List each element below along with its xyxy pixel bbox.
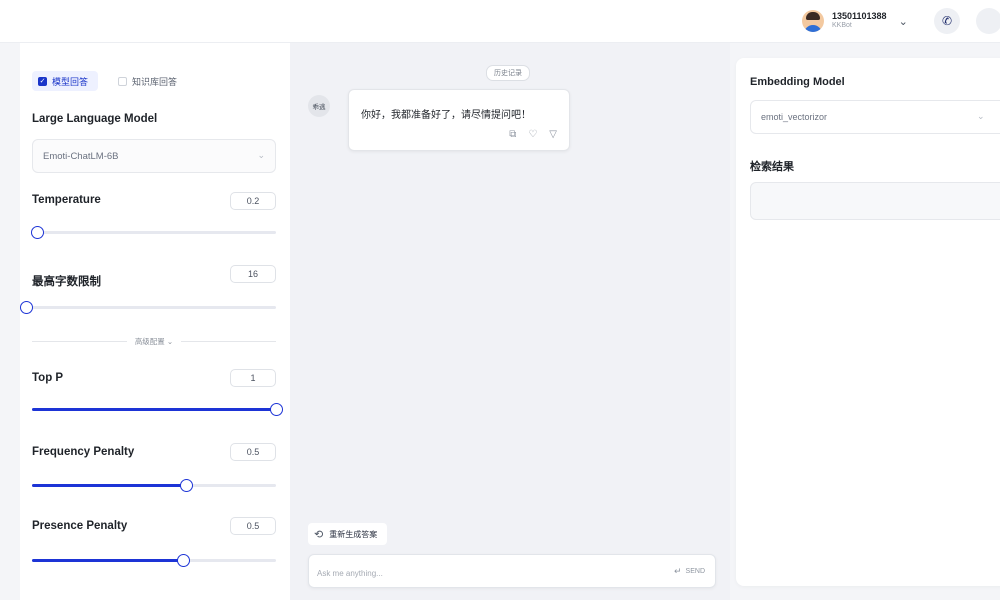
temperature-label: Temperature <box>32 194 101 206</box>
chevron-down-icon: ⌄ <box>257 150 265 160</box>
send-button[interactable]: ↵ SEND <box>674 566 705 577</box>
chevron-down-icon: ⌄ <box>977 111 985 121</box>
slider-thumb[interactable] <box>179 479 193 492</box>
slider-track <box>26 306 276 309</box>
top-p-slider[interactable] <box>32 403 283 417</box>
frequency-penalty-label: Frequency Penalty <box>32 446 135 458</box>
checkbox-unchecked-icon[interactable] <box>118 76 128 86</box>
top-p-value-input[interactable]: 1 <box>230 369 276 387</box>
advanced-config-label: 高级配置 <box>134 336 165 346</box>
bot-message-bubble: 你好，我都准备好了，请尽情提问吧！ ⧉ ♡ ▽ <box>348 89 570 151</box>
copy-icon[interactable]: ⧉ <box>509 129 516 140</box>
bot-avatar: 乖逃 <box>308 95 330 117</box>
frequency-penalty-slider[interactable] <box>32 479 276 493</box>
advanced-config-divider[interactable]: 高级配置 ⌄ <box>32 335 277 347</box>
slider-fill <box>32 559 184 562</box>
chevron-down-icon: ⌄ <box>166 336 174 346</box>
checkbox-checked-icon[interactable]: ✓ <box>38 76 47 86</box>
mode-label: 模型回答 <box>52 76 89 87</box>
search-results-label: 检索结果 <box>750 161 794 173</box>
temperature-slider[interactable] <box>30 226 276 240</box>
mode-model-answer[interactable]: ✓ 模型回答 <box>32 71 99 91</box>
user-info: 13501101388 KKBot <box>832 11 887 31</box>
top-bar: 13501101388 KKBot ⌄ ✆ <box>0 0 1000 43</box>
more-button[interactable] <box>976 8 1000 34</box>
slider-thumb[interactable] <box>30 226 44 239</box>
enter-icon: ↵ <box>674 566 682 576</box>
slider-thumb[interactable] <box>177 554 191 567</box>
llm-label: Large Language Model <box>32 113 158 125</box>
slider-thumb[interactable] <box>270 403 283 416</box>
bot-message-text: 你好，我都准备好了，请尽情提问吧！ <box>361 110 531 121</box>
mode-selector: ✓ 模型回答 知识库回答 <box>32 71 201 91</box>
max-tokens-value-input[interactable]: 16 <box>230 265 276 283</box>
llm-select-value: Emoti-ChatLM-6B <box>43 150 119 162</box>
user-phone: 13501101388 <box>832 11 887 21</box>
retrieval-panel: Embedding Model emoti_vectorizor ⌄ 检索结果 <box>736 58 1000 586</box>
presence-penalty-value-input[interactable]: 0.5 <box>230 517 276 535</box>
history-button[interactable]: 历史记录 <box>486 65 530 81</box>
regenerate-answer-button[interactable]: ⟲ 重新生成答案 <box>308 523 388 545</box>
embedding-model-label: Embedding Model <box>750 76 845 88</box>
divider-line <box>32 340 127 342</box>
chevron-down-icon[interactable]: ⌄ <box>899 15 908 28</box>
phone-icon: ✆ <box>941 14 953 28</box>
user-avatar <box>802 10 824 32</box>
frequency-penalty-value-input[interactable]: 0.5 <box>230 443 276 461</box>
chat-input[interactable] <box>315 563 639 583</box>
message-actions: ⧉ ♡ ▽ <box>509 129 557 140</box>
presence-penalty-label: Presence Penalty <box>32 520 128 532</box>
phone-call-button[interactable]: ✆ <box>934 8 960 34</box>
top-p-label: Top P <box>32 372 64 384</box>
settings-panel: ✓ 模型回答 知识库回答 Large Language Model Emoti-… <box>20 43 290 600</box>
slider-track <box>32 231 276 234</box>
embedding-model-value: emoti_vectorizor <box>761 112 828 122</box>
mode-knowledge-answer[interactable]: 知识库回答 <box>112 71 188 91</box>
search-results-box <box>750 182 1000 220</box>
send-label: SEND <box>685 568 705 575</box>
slider-fill <box>32 408 276 411</box>
thumbs-down-icon[interactable]: ▽ <box>549 129 557 140</box>
advanced-config-toggle[interactable]: 高级配置 ⌄ <box>127 336 181 347</box>
max-tokens-label: 最高字数限制 <box>32 276 101 288</box>
divider-line <box>181 340 277 342</box>
slider-thumb[interactable] <box>20 301 33 314</box>
slider-fill <box>32 484 186 487</box>
presence-penalty-slider[interactable] <box>32 554 276 568</box>
thumbs-up-icon[interactable]: ♡ <box>528 129 537 140</box>
max-tokens-slider[interactable] <box>20 301 276 315</box>
user-subtitle: KKBot <box>832 22 852 29</box>
refresh-icon: ⟲ <box>314 528 324 541</box>
temperature-value-input[interactable]: 0.2 <box>230 192 276 210</box>
chat-area: 历史记录 乖逃 你好，我都准备好了，请尽情提问吧！ ⧉ ♡ ▽ ⟲ 重新生成答案… <box>290 43 730 600</box>
user-menu[interactable]: 13501101388 KKBot ⌄ <box>802 8 908 34</box>
regenerate-label: 重新生成答案 <box>329 529 378 539</box>
mode-label: 知识库回答 <box>132 76 178 87</box>
llm-select[interactable]: Emoti-ChatLM-6B ⌄ <box>32 139 276 173</box>
chat-input-box: ↵ SEND <box>308 554 716 588</box>
embedding-model-select[interactable]: emoti_vectorizor ⌄ <box>750 100 1000 134</box>
